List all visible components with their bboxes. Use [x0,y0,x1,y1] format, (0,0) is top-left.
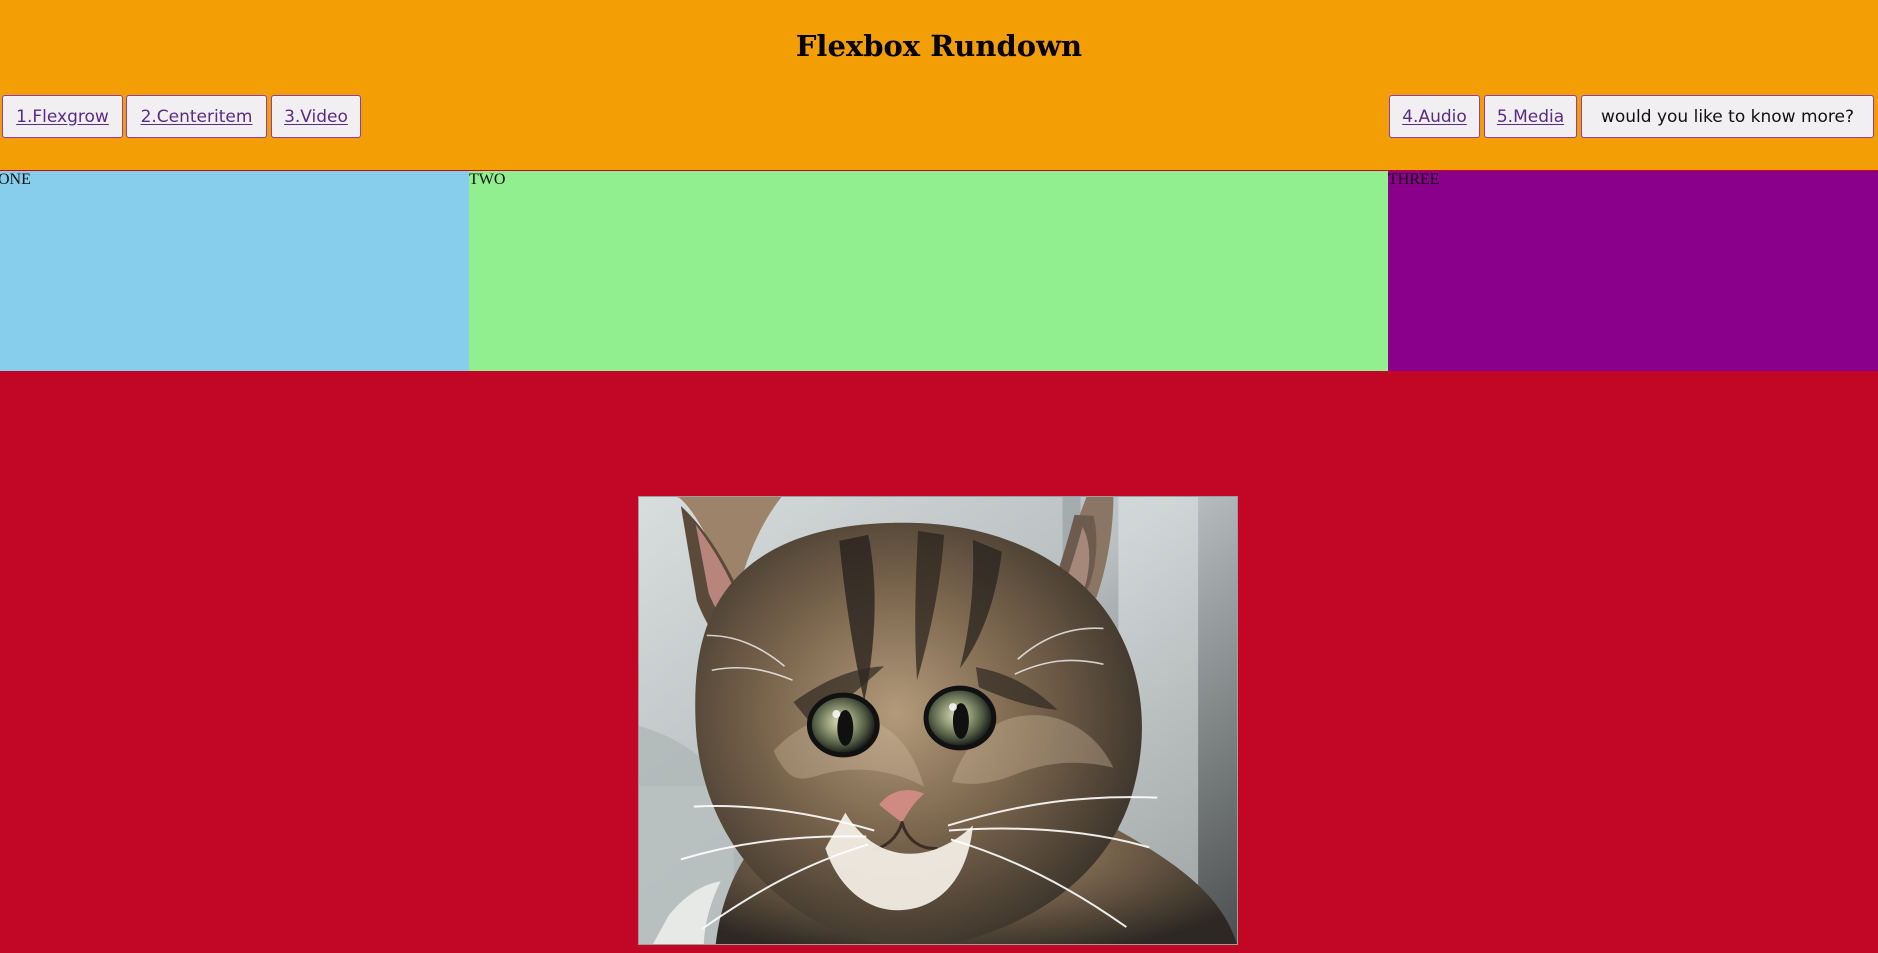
nav-link-audio[interactable]: 4.Audio [1389,95,1480,138]
kitten-photo [638,496,1238,945]
flex-box-one: ONE [0,171,469,371]
nav-link-flexgrow[interactable]: 1.Flexgrow [2,95,123,138]
nav-link-media[interactable]: 5.Media [1484,95,1577,138]
flex-box-one-label: ONE [0,171,31,188]
learn-more-button[interactable]: would you like to know more? [1581,95,1874,138]
flex-box-two-label: TWO [469,171,506,188]
nav-link-centeritem[interactable]: 2.Centeritem [126,95,267,138]
page-title: Flexbox Rundown [795,29,1083,63]
flex-box-three-label: THREE [1388,171,1440,188]
flex-box-two: TWO [469,171,1388,371]
site-header: Flexbox Rundown 1.Flexgrow 2.Centeritem … [0,0,1878,170]
flex-box-three: THREE [1388,171,1878,371]
flexbox-row: ONE TWO THREE [0,171,1878,371]
flexbox-page: Flexbox Rundown 1.Flexgrow 2.Centeritem … [0,0,1878,953]
nav-link-video[interactable]: 3.Video [271,95,361,138]
